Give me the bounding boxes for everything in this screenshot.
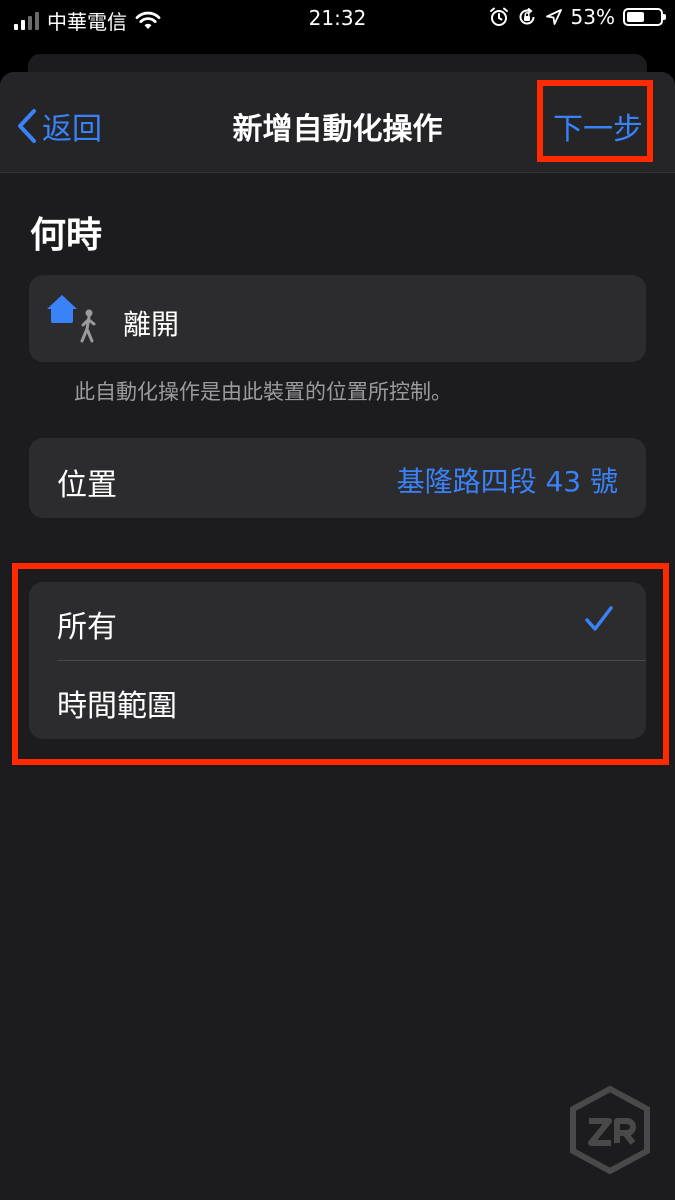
battery-percent: 53% <box>570 5 615 29</box>
back-button-label: 返回 <box>42 112 102 147</box>
chevron-left-icon <box>18 109 36 143</box>
time-options-group: 所有 時間範圍 <box>29 582 646 739</box>
alarm-icon <box>489 7 508 26</box>
status-bar: 中華電信 21:32 53% <box>0 0 675 36</box>
footnote-text: 此自動化操作是由此裝置的位置所控制。 <box>74 380 452 404</box>
option-time-range[interactable]: 時間範圍 <box>29 661 646 739</box>
checkmark-icon <box>585 606 613 631</box>
next-button[interactable]: 下一步 <box>553 104 643 148</box>
section-title-when: 何時 <box>30 215 103 256</box>
rotation-lock-icon <box>519 7 535 25</box>
back-button[interactable]: 返回 <box>16 104 102 148</box>
location-arrow-icon <box>545 9 562 25</box>
trigger-label: 離開 <box>123 308 180 341</box>
status-right: 53% <box>489 5 666 29</box>
option-all[interactable]: 所有 <box>29 582 646 661</box>
battery-fill <box>627 12 644 22</box>
battery-icon <box>623 8 666 26</box>
location-value: 基隆路四段 43 號 <box>396 465 618 498</box>
location-cell[interactable]: 位置 基隆路四段 43 號 <box>29 438 646 518</box>
option-time-range-label: 時間範圍 <box>57 689 177 724</box>
watermark-logo <box>570 1085 650 1175</box>
trigger-cell[interactable]: 離開 <box>29 275 646 362</box>
navigation-bar: 返回 新增自動化操作 下一步 <box>0 72 675 173</box>
location-label: 位置 <box>57 468 117 503</box>
option-all-label: 所有 <box>57 610 117 645</box>
home-leave-icon <box>47 295 96 343</box>
